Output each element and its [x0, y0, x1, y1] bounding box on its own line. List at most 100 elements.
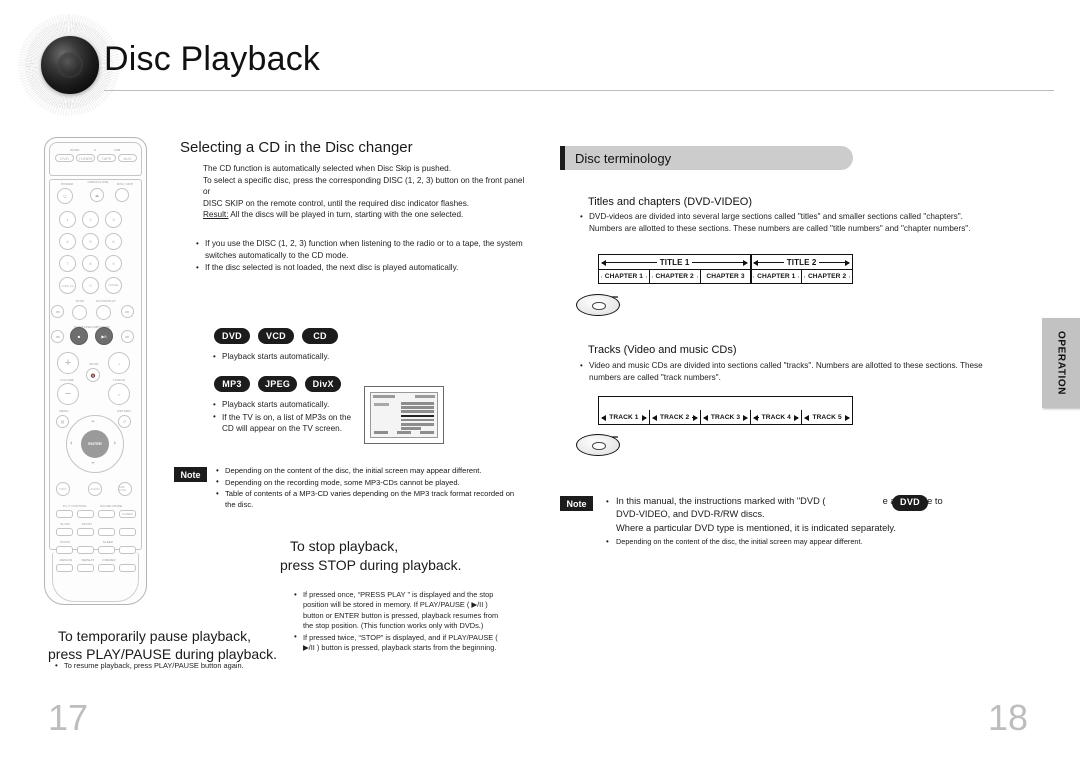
remote-control-illustration: BAND ⊖ USB DVD TUNER TAPE AUX POWER OPEN…	[44, 137, 147, 605]
remote-button-pl-minus[interactable]	[56, 510, 73, 518]
badge-mp3: MP3	[214, 376, 250, 392]
diagram-chapter-label: CHAPTER 2	[804, 273, 850, 280]
tv-screen-thumbnail	[364, 386, 444, 444]
remote-button-prev[interactable]: ◂◂	[51, 330, 64, 343]
remote-button-return[interactable]: ↺	[118, 415, 131, 428]
remote-button-sound-mode[interactable]	[98, 510, 115, 518]
remote-button-disc-skip[interactable]	[115, 188, 129, 202]
remote-button-volume-down[interactable]: −	[57, 383, 79, 405]
remote-button-2[interactable]: 2	[82, 211, 99, 228]
diagram-track-cell: TRACK 2	[648, 410, 700, 424]
remote-button-forward[interactable]: ▸▸	[121, 305, 134, 318]
remote-nav-down-icon[interactable]	[91, 462, 95, 464]
remote-button-volume-up[interactable]: +	[57, 352, 79, 374]
remote-button-info[interactable]: INFO	[56, 482, 70, 496]
remote-button-3[interactable]: 3	[105, 211, 122, 228]
remote-button-tape[interactable]: TAPE	[97, 154, 116, 162]
remote-button-power[interactable]: ⏻	[57, 188, 73, 204]
diagram-track-label: TRACK 4	[758, 413, 794, 421]
remote-nav-right-icon[interactable]	[114, 441, 116, 445]
remote-nav-up-icon[interactable]	[91, 420, 95, 422]
remote-button-timer-clock[interactable]	[119, 564, 136, 572]
remote-button-slow[interactable]	[56, 528, 73, 536]
remote-button-cancel[interactable]: CANCEL	[105, 277, 122, 294]
list-item: Depending on the recording mode, some MP…	[216, 477, 524, 489]
remote-button-mute[interactable]: 🔇	[86, 368, 100, 382]
subsection-heading-titles-chapters: Titles and chapters (DVD-VIDEO)	[588, 196, 753, 208]
diagram-title-label: TITLE 2	[783, 257, 820, 267]
disc-type-badges-group-1: DVD VCD CD	[214, 328, 338, 344]
remote-label-power: POWER	[60, 182, 74, 186]
remote-label-slow: SLOW	[60, 522, 70, 526]
remote-button-tuning-up[interactable]: ▵	[108, 352, 130, 374]
remote-button-next[interactable]: ▸▸	[121, 330, 134, 343]
remote-button-pzoom[interactable]	[56, 546, 73, 554]
remote-button-play-pause[interactable]: ▶II	[95, 327, 113, 345]
disc-icon-2	[576, 434, 620, 456]
remote-button-enter[interactable]: ENTER	[81, 430, 109, 458]
remote-label-sound-mode: SOUND MODE	[99, 504, 123, 508]
note-tag: Note	[174, 467, 207, 482]
diagram-track-label: TRACK 3	[707, 413, 744, 421]
remote-button-7[interactable]: 7	[59, 255, 76, 272]
section-heading-stop-playback-line1: To stop playback,	[276, 534, 398, 566]
remote-button-aux[interactable]: AUX	[118, 154, 137, 162]
remote-button-0[interactable]: 0	[82, 277, 99, 294]
remote-button-pl-plus[interactable]	[77, 510, 94, 518]
remote-button-open-close[interactable]: ⏏	[90, 188, 104, 202]
remote-button-repeat[interactable]	[98, 528, 115, 536]
remote-button-screen[interactable]: SCREEN	[119, 510, 136, 518]
remote-button-subtitle[interactable]: SUB TITLE	[118, 482, 132, 496]
remote-button-tape12[interactable]: TAPE 1/2	[59, 277, 76, 294]
remote-nav-left-icon[interactable]	[70, 441, 72, 445]
remote-button-tuner[interactable]: TUNER	[76, 154, 95, 162]
diagram-track-cell: TRACK 3	[699, 410, 751, 424]
remote-button-8[interactable]: 8	[82, 255, 99, 272]
result-text: All the discs will be played in turn, st…	[228, 210, 464, 220]
remote-button-6[interactable]: 6	[105, 233, 122, 250]
subsection-bullets-titles-chapters: DVD-videos are divided into several larg…	[580, 210, 980, 235]
diagram-chapter-label: CHAPTER 2	[652, 273, 697, 280]
list-item: If pressed twice, “STOP” is displayed, a…	[294, 632, 510, 654]
diagram-chapter-cell: CHAPTER 1	[599, 270, 649, 283]
page-number-left: 17	[48, 697, 89, 738]
list-item: Playback starts automatically.	[213, 351, 413, 363]
diagram-track-label: TRACK 1	[606, 413, 642, 421]
diagram-title-cell: TITLE 2	[750, 255, 852, 269]
remote-button-stop-upper[interactable]	[72, 305, 87, 320]
remote-button-4[interactable]: 4	[59, 233, 76, 250]
badge-dvd-inline: DVD	[892, 495, 928, 511]
remote-button-5[interactable]: 5	[82, 233, 99, 250]
list-item: Playback starts automatically.	[213, 399, 353, 411]
remote-label-volume: VOLUME	[60, 378, 74, 382]
remote-button-sound-extra[interactable]	[119, 528, 136, 536]
remote-button-audio[interactable]: AUDIO	[88, 482, 102, 496]
remote-button-rewind[interactable]: ◂◂	[51, 305, 64, 318]
diagram-title-label: TITLE 1	[656, 257, 693, 267]
remote-button-dvd[interactable]: DVD	[55, 154, 74, 162]
paragraph-line-1: The CD function is automatically selecte…	[203, 164, 452, 173]
remote-button-1[interactable]: 1	[59, 211, 76, 228]
badge-dvd: DVD	[214, 328, 250, 344]
remote-button-9[interactable]: 9	[105, 255, 122, 272]
remote-button-tuning-down[interactable]: ▿	[108, 383, 130, 405]
badge-cd: CD	[302, 328, 338, 344]
note-main-part1: In this manual, the instructions marked …	[616, 496, 826, 506]
note-main-line2: DVD-VIDEO, and DVD-R/RW discs.	[616, 509, 765, 520]
remote-button-sleep[interactable]	[98, 546, 115, 554]
remote-button-mo-st[interactable]	[77, 528, 94, 536]
note-body: Depending on the content of the disc, th…	[216, 466, 524, 511]
badge-jpeg: JPEG	[258, 376, 298, 392]
remote-button-menu[interactable]: ▤	[56, 415, 69, 428]
remote-label-remain: REMAIN	[59, 558, 73, 562]
remote-button-zoom[interactable]	[77, 546, 94, 554]
remote-button-stop[interactable]: ■	[70, 327, 88, 345]
remote-button-dimmer[interactable]	[98, 564, 115, 572]
remote-button-remain[interactable]	[56, 564, 73, 572]
badge-divx: DivX	[305, 376, 342, 392]
remote-label-tuning: TUNING	[112, 378, 126, 382]
remote-label-pl-control: P.L II CONTROL	[62, 504, 88, 508]
remote-button-repeat2[interactable]	[77, 564, 94, 572]
remote-button-timer[interactable]	[119, 546, 136, 554]
remote-button-cd-ripping[interactable]	[96, 305, 111, 320]
